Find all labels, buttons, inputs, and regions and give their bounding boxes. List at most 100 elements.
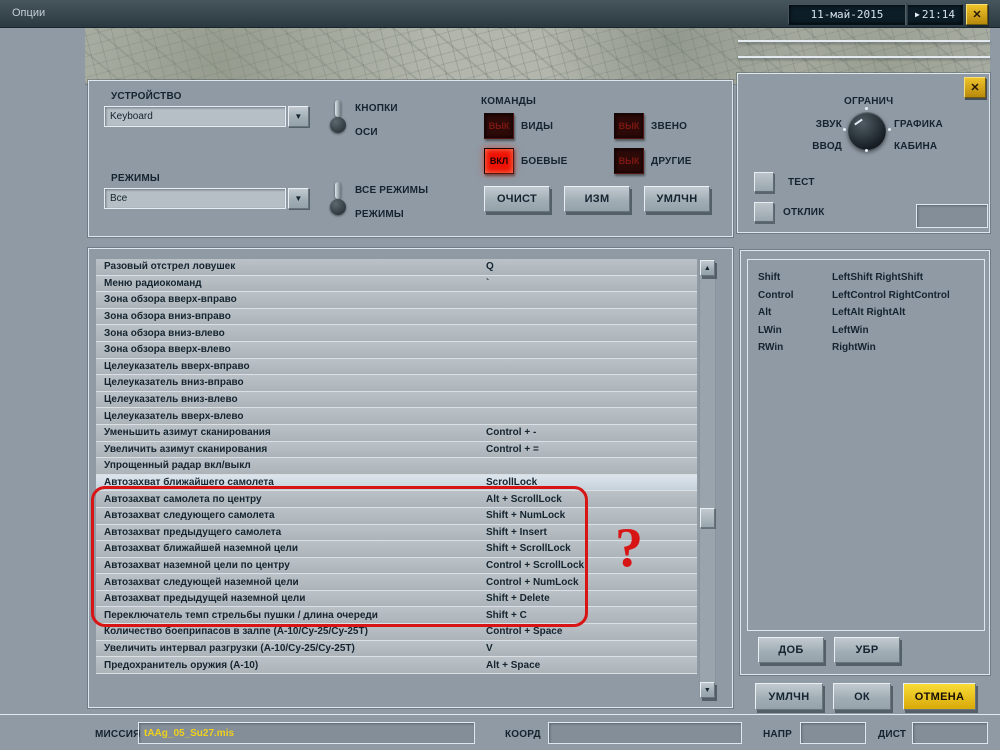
- binding-row[interactable]: Увеличить интервал разгрузки (А-10/Су-25…: [96, 640, 697, 658]
- binding-row[interactable]: Меню радиокоманд `: [96, 275, 697, 293]
- binding-key-label: Alt + ScrollLock: [486, 493, 562, 505]
- binding-key-label: V: [486, 642, 493, 654]
- distance-field[interactable]: [912, 722, 988, 744]
- window-title: Опции: [12, 7, 46, 19]
- binding-row[interactable]: Упрощенный радар вкл/выкл: [96, 458, 697, 475]
- binding-row[interactable]: Предохранитель оружия (А-10) Alt + Space: [96, 657, 697, 674]
- device-combo[interactable]: Keyboard: [104, 106, 286, 127]
- binding-row[interactable]: Зона обзора вверх-вправо: [96, 292, 697, 309]
- command-label-other: ДРУГИЕ: [651, 156, 692, 167]
- limits-knob[interactable]: [843, 112, 886, 150]
- modifier-name: RWin: [758, 342, 784, 354]
- binding-key-label: Control + NumLock: [486, 576, 579, 588]
- binding-key-label: Control + Space: [486, 626, 563, 638]
- modifier-name: Shift: [758, 272, 781, 284]
- modifier-keys: LeftControl RightControl: [832, 289, 950, 301]
- bindings-scrollbar[interactable]: ▲ ▼: [699, 259, 716, 699]
- command-led-flight[interactable]: ВЫК: [614, 113, 644, 139]
- footer-default-button[interactable]: УМЛЧН: [755, 683, 823, 710]
- modifier-name: LWin: [758, 324, 782, 336]
- modifier-row[interactable]: RWin RightWin: [748, 339, 984, 357]
- limits-label: ОГРАНИЧ: [844, 96, 894, 107]
- time-value: 21:14: [921, 8, 955, 21]
- close-button[interactable]: ✕: [966, 4, 988, 25]
- modifier-name: Control: [758, 289, 794, 301]
- binding-action-label: Автозахват ближайшей наземной цели: [104, 543, 299, 555]
- scroll-thumb[interactable]: [700, 508, 715, 528]
- binding-row[interactable]: Зона обзора вниз-вправо: [96, 308, 697, 326]
- binding-row[interactable]: Зона обзора вниз-влево: [96, 325, 697, 342]
- close-icon: ✕: [970, 82, 980, 94]
- arrow-down-icon: ▼: [703, 686, 712, 694]
- clock-tick-icon: ▶: [915, 10, 920, 19]
- binding-action-label: Увеличить интервал разгрузки (А-10/Су-25…: [104, 642, 355, 654]
- command-label-views: ВИДЫ: [521, 121, 554, 132]
- mission-field[interactable]: tAAg_05_Su27.mis: [138, 722, 475, 744]
- binding-row[interactable]: Количество боеприпасов в залпе (А-10/Су-…: [96, 624, 697, 641]
- binding-row[interactable]: Автозахват следующей наземной цели Contro…: [96, 574, 697, 591]
- binding-key-label: Control + =: [486, 443, 539, 455]
- edit-button[interactable]: ИЗМ: [564, 186, 630, 212]
- binding-key-label: Control + -: [486, 427, 537, 439]
- binding-row[interactable]: Переключатель темп стрельбы пушки / длин…: [96, 607, 697, 625]
- feedback-checkbox[interactable]: [754, 202, 774, 222]
- binding-row[interactable]: Автозахват следующего самолета Shift + Nu…: [96, 507, 697, 525]
- all-modes-toggle[interactable]: [329, 181, 347, 217]
- toggle-all-modes-label: ВСЕ РЕЖИМЫ: [355, 185, 429, 196]
- knob-graphics-label: ГРАФИКА: [894, 119, 943, 130]
- modifier-row[interactable]: LWin LeftWin: [748, 322, 984, 340]
- binding-action-label: Зона обзора вниз-влево: [104, 327, 225, 339]
- modes-combo-button[interactable]: ▼: [288, 188, 309, 209]
- coord-field[interactable]: [548, 722, 742, 744]
- binding-row[interactable]: Автозахват ближайшего самолета ScrollLock: [96, 474, 697, 492]
- binding-row[interactable]: Уменьшить азимут сканирования Control + -: [96, 424, 697, 442]
- modifier-row[interactable]: Alt LeftAlt RightAlt: [748, 304, 984, 322]
- modifier-row[interactable]: Control LeftControl RightControl: [748, 287, 984, 305]
- binding-row[interactable]: Целеуказатель вниз-влево: [96, 391, 697, 409]
- command-led-combat[interactable]: ВКЛ: [484, 148, 514, 174]
- modifier-name: Alt: [758, 307, 772, 319]
- device-combo-button[interactable]: ▼: [288, 106, 309, 127]
- modifier-row[interactable]: Shift LeftShift RightShift: [748, 269, 984, 287]
- panel-close-button[interactable]: ✕: [964, 77, 986, 98]
- binding-action-label: Автозахват самолета по центру: [104, 493, 262, 505]
- binding-row[interactable]: Автозахват самолета по центру Alt + Scrol…: [96, 491, 697, 508]
- binding-action-label: Меню радиокоманд: [104, 277, 202, 289]
- command-led-views[interactable]: ВЫК: [484, 113, 514, 139]
- binding-row[interactable]: Автозахват предыдущей наземной цели Shift…: [96, 590, 697, 608]
- modifier-keys: RightWin: [832, 342, 876, 354]
- heading-field[interactable]: [800, 722, 866, 744]
- ok-button[interactable]: ОК: [833, 683, 891, 710]
- toggle-modes-label: РЕЖИМЫ: [355, 209, 404, 220]
- add-button[interactable]: ДОБ: [758, 637, 824, 663]
- binding-row[interactable]: Целеуказатель вниз-вправо: [96, 375, 697, 392]
- cancel-button[interactable]: ОТМЕНА: [903, 683, 976, 710]
- remove-button[interactable]: УБР: [834, 637, 900, 663]
- binding-row[interactable]: Разовый отстрел ловушек Q: [96, 259, 697, 276]
- binding-row[interactable]: Автозахват предыдущего самолета Shift + I…: [96, 524, 697, 542]
- test-checkbox[interactable]: [754, 172, 774, 192]
- binding-row[interactable]: Зона обзора вверх-влево: [96, 341, 697, 359]
- default-button[interactable]: УМЛЧН: [644, 186, 710, 212]
- scroll-down-button[interactable]: ▼: [700, 682, 715, 698]
- binding-row[interactable]: Увеличить азимут сканирования Control + =: [96, 441, 697, 459]
- binding-action-label: Переключатель темп стрельбы пушки / длин…: [104, 609, 378, 621]
- feedback-field[interactable]: [916, 204, 988, 228]
- clear-button[interactable]: ОЧИСТ: [484, 186, 550, 212]
- toggle-lever: [335, 100, 341, 117]
- binding-key-label: Shift + Insert: [486, 526, 547, 538]
- knob-cockpit-label: КАБИНА: [894, 141, 938, 152]
- chevron-down-icon: ▼: [294, 194, 303, 203]
- scroll-up-button[interactable]: ▲: [700, 260, 715, 276]
- binding-row[interactable]: Автозахват ближайшей наземной цели Shift …: [96, 541, 697, 558]
- binding-row[interactable]: Целеуказатель вверх-влево: [96, 408, 697, 425]
- binding-action-label: Зона обзора вниз-вправо: [104, 311, 231, 323]
- binding-row[interactable]: Автозахват наземной цели по центру Contro…: [96, 557, 697, 575]
- binding-action-label: Автозахват предыдущей наземной цели: [104, 593, 306, 605]
- command-led-other[interactable]: ВЫК: [614, 148, 644, 174]
- modifier-keys: LeftShift RightShift: [832, 272, 924, 284]
- binding-row[interactable]: Целеуказатель вверх-вправо: [96, 358, 697, 376]
- titlebar: Опции 11-май-2015 ▶ 21:14 ✕: [0, 0, 1000, 28]
- buttons-axes-toggle[interactable]: [329, 99, 347, 135]
- modes-combo[interactable]: Все: [104, 188, 286, 209]
